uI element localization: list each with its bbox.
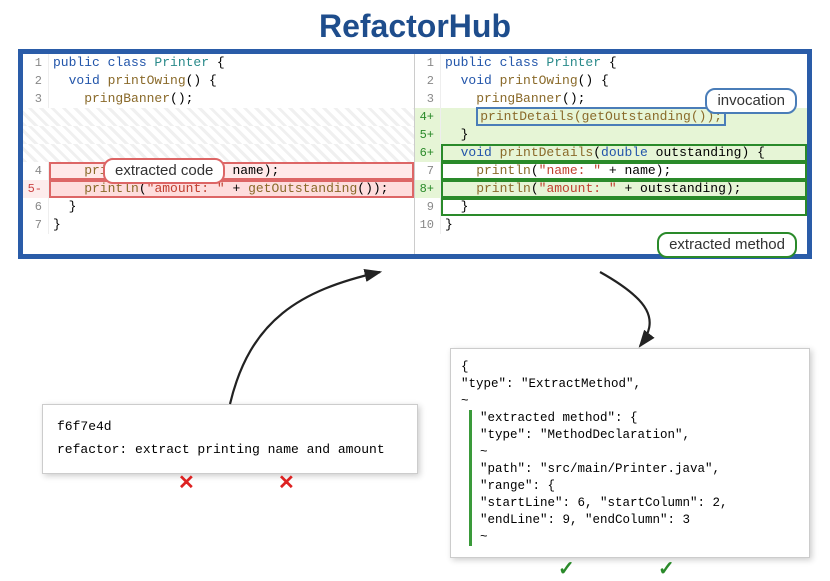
json-line: { bbox=[461, 359, 799, 376]
code-line: 1public class Printer { bbox=[415, 54, 807, 72]
app-title: RefactorHub bbox=[0, 0, 830, 49]
diff-view: extracted code 1public class Printer {2 … bbox=[18, 49, 812, 259]
json-line: "path": "src/main/Printer.java", bbox=[469, 461, 799, 478]
json-line: ~ bbox=[469, 444, 799, 461]
annotation-json: { "type": "ExtractMethod", ~ "extracted … bbox=[450, 348, 810, 558]
code-line: 3 pringBanner(); bbox=[23, 90, 414, 108]
json-line: "type": "ExtractMethod", bbox=[461, 376, 799, 393]
diff-right-pane: invocation extracted method 1public clas… bbox=[415, 54, 807, 254]
code-line bbox=[23, 108, 414, 126]
json-line: ~ bbox=[469, 529, 799, 546]
check-icon: ✓ bbox=[558, 556, 575, 581]
json-line: "type": "MethodDeclaration", bbox=[469, 427, 799, 444]
json-line: "endLine": 9, "endColumn": 3 bbox=[469, 512, 799, 529]
commit-hash: f6f7e4d bbox=[57, 419, 403, 434]
commit-message: refactor: extract printing name and amou… bbox=[57, 442, 403, 457]
json-line: ~ bbox=[461, 393, 799, 410]
cross-icon: ✕ bbox=[178, 470, 195, 495]
tag-extracted-code: extracted code bbox=[103, 158, 225, 184]
tag-extracted-method: extracted method bbox=[657, 232, 797, 258]
check-icon: ✓ bbox=[658, 556, 675, 581]
code-line: 6+ void printDetails(double outstanding)… bbox=[415, 144, 807, 162]
json-line: "extracted method": { bbox=[469, 410, 799, 427]
json-line: "range": { bbox=[469, 478, 799, 495]
cross-icon: ✕ bbox=[278, 470, 295, 495]
code-line: 9 } bbox=[415, 198, 807, 216]
code-line: 7} bbox=[23, 216, 414, 234]
code-line bbox=[23, 126, 414, 144]
code-line: 8+ println("amount: " + outstanding); bbox=[415, 180, 807, 198]
tag-invocation: invocation bbox=[705, 88, 797, 114]
commit-card: f6f7e4d refactor: extract printing name … bbox=[42, 404, 418, 474]
code-line: 1public class Printer { bbox=[23, 54, 414, 72]
code-line: 2 void printOwing() { bbox=[23, 72, 414, 90]
code-line: 6 } bbox=[23, 198, 414, 216]
code-line: 5+ } bbox=[415, 126, 807, 144]
json-line: "startLine": 6, "startColumn": 2, bbox=[469, 495, 799, 512]
diff-left-pane: extracted code 1public class Printer {2 … bbox=[23, 54, 415, 254]
code-line: 7 println("name: " + name); bbox=[415, 162, 807, 180]
